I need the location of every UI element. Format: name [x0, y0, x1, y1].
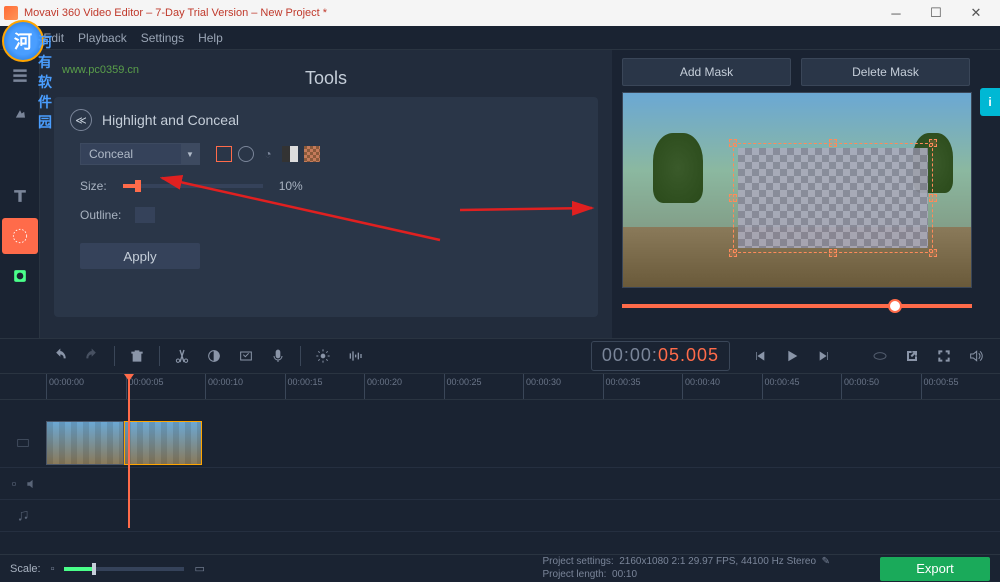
window-title: Movavi 360 Video Editor – 7-Day Trial Ve… — [24, 7, 876, 19]
video-track[interactable] — [0, 418, 1000, 468]
zoom-fit-icon[interactable]: ▫ — [51, 563, 55, 575]
menu-file[interactable]: File — [10, 31, 29, 45]
bottombar: Scale: ▫ ▭ Project settings: 2160x1080 2… — [0, 554, 1000, 582]
volume-button[interactable] — [962, 342, 990, 370]
crop-button[interactable] — [232, 342, 260, 370]
video-clip-selected[interactable] — [124, 421, 202, 465]
size-label: Size: — [80, 179, 107, 193]
tab-media[interactable] — [2, 58, 38, 94]
undo-button[interactable] — [46, 342, 74, 370]
tab-filters[interactable] — [2, 98, 38, 134]
shape-circle-icon[interactable] — [238, 146, 254, 162]
linked-audio-track[interactable] — [0, 468, 1000, 500]
scale-slider[interactable] — [64, 567, 184, 571]
tab-highlight-conceal[interactable] — [2, 218, 38, 254]
next-frame-button[interactable] — [810, 342, 838, 370]
play-button[interactable] — [778, 342, 806, 370]
info-badge[interactable]: i — [980, 88, 1000, 116]
video-track-head — [0, 436, 46, 450]
tab-titles[interactable] — [2, 178, 38, 214]
titlebar: Movavi 360 Video Editor – 7-Day Trial Ve… — [0, 0, 1000, 26]
maximize-button[interactable]: ☐ — [916, 0, 956, 26]
linked-audio-head — [0, 477, 46, 491]
timeline-ruler[interactable]: 00:00:00 00:00:05 00:00:10 00:00:15 00:0… — [0, 374, 1000, 400]
scrubber-thumb[interactable] — [888, 299, 902, 313]
minimize-button[interactable]: ─ — [876, 0, 916, 26]
preview-scrubber[interactable] — [622, 304, 972, 308]
tab-transitions[interactable] — [2, 138, 38, 174]
shape-pixelate-icon[interactable] — [304, 146, 320, 162]
conceal-dropdown[interactable]: Conceal ▼ — [80, 143, 200, 165]
tools-panel: Tools ≪ Highlight and Conceal Conceal ▼ … — [40, 50, 612, 338]
shape-bw-icon[interactable] — [282, 146, 298, 162]
project-settings-value: 2160x1080 2:1 29.97 FPS, 44100 Hz Stereo — [619, 556, 816, 567]
equalize-button[interactable] — [341, 342, 369, 370]
shape-blur-icon[interactable]: ◔ — [260, 146, 276, 162]
redo-button[interactable] — [78, 342, 106, 370]
menu-edit[interactable]: Edit — [43, 31, 64, 45]
tools-title: Tools — [54, 60, 598, 97]
timecode-display: 00:00:05.005 — [591, 341, 730, 371]
chevron-down-icon: ▼ — [181, 143, 199, 165]
project-length-value: 00:10 — [612, 569, 637, 580]
menu-help[interactable]: Help — [198, 31, 223, 45]
section-title: Highlight and Conceal — [102, 112, 239, 128]
zoom-clip-icon[interactable]: ▭ — [194, 562, 204, 575]
clip-properties-button[interactable] — [309, 342, 337, 370]
mask-region[interactable] — [733, 143, 933, 253]
audio-track[interactable] — [0, 500, 1000, 532]
close-button[interactable]: ✕ — [956, 0, 996, 26]
360-view-button[interactable] — [866, 342, 894, 370]
back-button[interactable]: ≪ — [70, 109, 92, 131]
add-mask-button[interactable]: Add Mask — [622, 58, 791, 86]
app-icon — [4, 6, 18, 20]
outline-color[interactable] — [135, 207, 155, 223]
size-slider[interactable] — [123, 184, 263, 188]
delete-mask-button[interactable]: Delete Mask — [801, 58, 970, 86]
color-adjust-button[interactable] — [200, 342, 228, 370]
delete-button[interactable] — [123, 342, 151, 370]
audio-track-head — [0, 509, 46, 523]
fullscreen-button[interactable] — [930, 342, 958, 370]
preview-area: Add Mask Delete Mask i — [612, 50, 1000, 338]
record-audio-button[interactable] — [264, 342, 292, 370]
timeline-toolbar: 00:00:05.005 — [0, 338, 1000, 374]
left-sidebar — [0, 50, 40, 338]
outline-label: Outline: — [80, 208, 121, 222]
prev-frame-button[interactable] — [746, 342, 774, 370]
cut-button[interactable] — [168, 342, 196, 370]
shape-square-icon[interactable] — [216, 146, 232, 162]
playhead[interactable] — [128, 374, 130, 528]
popout-button[interactable] — [898, 342, 926, 370]
apply-button[interactable]: Apply — [80, 243, 200, 269]
menubar: File Edit Playback Settings Help — [0, 26, 1000, 50]
timeline: 00:00:00 00:00:05 00:00:10 00:00:15 00:0… — [0, 374, 1000, 554]
edit-settings-icon[interactable]: ✎ — [822, 556, 830, 567]
tab-callouts[interactable] — [2, 258, 38, 294]
preview-video[interactable] — [622, 92, 972, 288]
menu-playback[interactable]: Playback — [78, 31, 127, 45]
video-clip[interactable] — [46, 421, 124, 465]
menu-settings[interactable]: Settings — [141, 31, 184, 45]
scale-label: Scale: — [10, 563, 41, 575]
size-value: 10% — [279, 179, 303, 193]
